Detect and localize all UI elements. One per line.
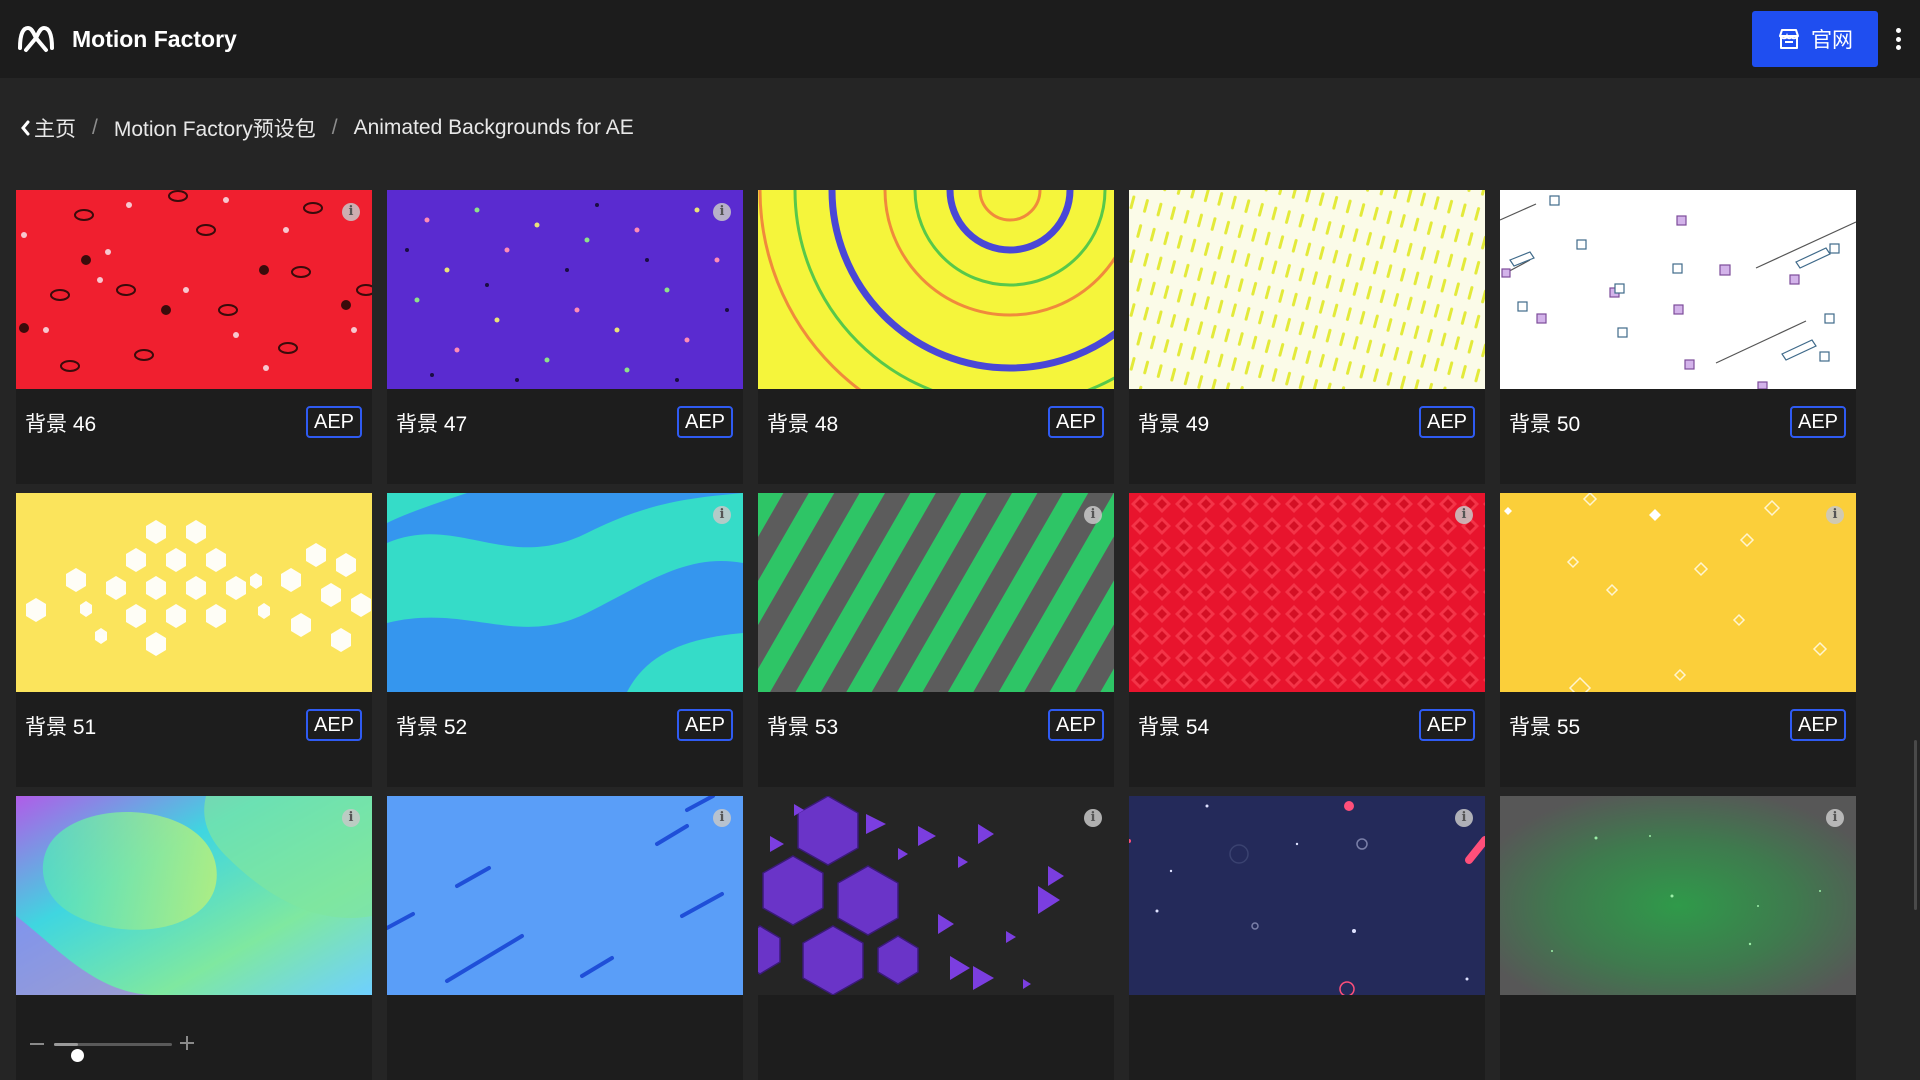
official-site-label: 官网 [1811,29,1853,52]
asset-title: 背景 51 [25,716,97,739]
asset-card[interactable]: i [387,796,743,1080]
format-badge: AEP [306,406,362,438]
info-icon[interactable]: i [1455,506,1473,524]
format-badge: AEP [677,406,733,438]
format-badge: AEP [1790,709,1846,741]
thumbnail-blue-teal-waves: i [387,493,743,692]
thumbnail-blue-diagonal-dashes: i [387,796,743,995]
info-icon[interactable]: i [1084,506,1102,524]
asset-title: 背景 50 [1509,413,1581,436]
info-icon[interactable]: i [713,809,731,827]
info-icon[interactable]: i [1826,506,1844,524]
vertical-dots-icon [1895,28,1901,33]
asset-card[interactable]: i 背景 52 AEP [387,493,743,787]
asset-title: 背景 46 [25,413,97,436]
thumbnail-red-lips-pattern: i [16,190,372,389]
thumbnail-red-diamond-pattern: i [1129,493,1485,692]
breadcrumb: 主页 / Motion Factory预设包 / Animated Backgr… [20,113,634,143]
thumbnail-green-grey-stripes: i [758,493,1114,692]
thumbnail-grey-green-glow: i [1500,796,1856,995]
asset-title: 背景 53 [767,716,839,739]
zoom-knob[interactable] [71,1049,85,1062]
info-icon[interactable]: i [713,203,731,221]
asset-title: 背景 52 [396,716,468,739]
zoom-fill [54,1043,78,1046]
breadcrumb-home[interactable]: 主页 [20,113,76,143]
asset-title: 背景 55 [1509,716,1581,739]
asset-card[interactable]: i 背景 47 AEP [387,190,743,484]
thumbnail-yellow-floating-diamonds: i [1500,493,1856,692]
format-badge: AEP [306,709,362,741]
scrollbar[interactable] [1914,740,1917,910]
chevron-left-icon [21,120,30,136]
format-badge: AEP [1048,406,1104,438]
breadcrumb-pack[interactable]: Motion Factory预设包 [114,113,316,143]
thumbnail-yellow-hexagons [16,493,372,692]
breadcrumb-separator: / [331,116,338,139]
zoom-in-icon[interactable] [178,1034,196,1052]
breadcrumb-separator: / [92,116,98,139]
asset-title: 背景 48 [767,413,839,436]
format-badge: AEP [1048,709,1104,741]
asset-title: 背景 49 [1138,413,1210,436]
info-icon[interactable]: i [713,506,731,524]
breadcrumb-current: Animated Backgrounds for AE [353,116,634,139]
motion-factory-logo[interactable] [16,22,56,56]
zoom-track[interactable] [54,1043,172,1062]
thumbnail-white-isometric-cubes [1500,190,1856,389]
asset-card[interactable]: i [1500,796,1856,1080]
info-icon[interactable]: i [342,203,360,221]
info-icon[interactable]: i [1826,809,1844,827]
zoom-out-icon[interactable] [30,1043,44,1045]
top-bar: Motion Factory 官网 [0,0,1920,78]
thumbnail-purple-confetti-dots: i [387,190,743,389]
asset-card[interactable]: i 背景 55 AEP [1500,493,1856,787]
asset-card[interactable]: i 背景 53 AEP [758,493,1114,787]
asset-title: 背景 47 [396,413,468,436]
more-options-button[interactable] [1888,24,1908,54]
format-badge: AEP [1419,406,1475,438]
official-site-button[interactable]: 官网 [1752,11,1878,67]
format-badge: AEP [1790,406,1846,438]
thumbnail-yellow-dashes-on-white [1129,190,1485,389]
thumbnail-navy-circles-particles: i [1129,796,1485,995]
storefront-icon [1779,29,1799,49]
asset-title: 背景 54 [1138,716,1210,739]
asset-card[interactable]: i 背景 46 AEP [16,190,372,484]
asset-card[interactable]: i [1129,796,1485,1080]
asset-card[interactable]: i 背景 54 AEP [1129,493,1485,787]
asset-card[interactable]: 背景 49 AEP [1129,190,1485,484]
info-icon[interactable]: i [342,809,360,827]
thumbnail-purple-hexagon-triangles: i [758,796,1114,995]
format-badge: AEP [1419,709,1475,741]
format-badge: AEP [677,709,733,741]
asset-card[interactable]: i [758,796,1114,1080]
zoom-slider[interactable] [30,1032,200,1062]
app-title: Motion Factory [72,26,237,52]
info-icon[interactable]: i [1084,809,1102,827]
thumbnail-gradient-fluid-blobs: i [16,796,372,995]
breadcrumb-home-label: 主页 [34,118,76,141]
info-icon[interactable]: i [1455,809,1473,827]
asset-card[interactable]: 背景 48 AEP [758,190,1114,484]
asset-card[interactable]: 背景 50 AEP [1500,190,1856,484]
asset-card[interactable]: 背景 51 AEP [16,493,372,787]
thumbnail-yellow-concentric-rings [758,190,1114,389]
